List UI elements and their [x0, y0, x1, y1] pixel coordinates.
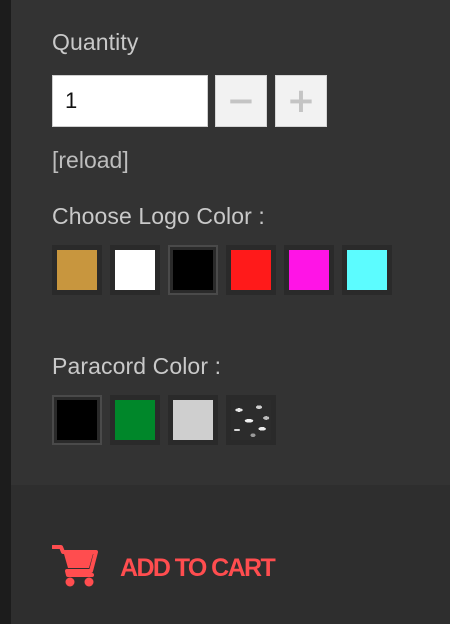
minus-icon: −: [226, 81, 256, 121]
logo-color-swatch-red[interactable]: [226, 245, 276, 295]
decrement-button[interactable]: −: [215, 75, 267, 127]
swatch-fill: [173, 400, 213, 440]
logo-color-swatch-black[interactable]: [168, 245, 218, 295]
swatch-fill: [231, 250, 271, 290]
swatch-fill: [173, 250, 213, 290]
quantity-label: Quantity: [52, 29, 139, 55]
add-to-cart-button[interactable]: ADD TO CART: [51, 544, 276, 593]
paracord-color-swatch-light-gray[interactable]: [168, 395, 218, 445]
paracord-color-swatch-green[interactable]: [110, 395, 160, 445]
logo-color-label: Choose Logo Color :: [52, 203, 265, 229]
left-edge-strip: [0, 0, 11, 624]
increment-button[interactable]: +: [275, 75, 327, 127]
reload-link[interactable]: [reload]: [52, 146, 129, 174]
swatch-fill: [115, 250, 155, 290]
swatch-fill: [289, 250, 329, 290]
swatch-fill: [57, 250, 97, 290]
logo-color-swatch-gold[interactable]: [52, 245, 102, 295]
add-to-cart-label: ADD TO CART: [120, 554, 276, 582]
paracord-color-swatch-black[interactable]: [52, 395, 102, 445]
shopping-cart-icon: [51, 544, 98, 593]
logo-color-swatch-magenta[interactable]: [284, 245, 334, 295]
swatch-fill: [57, 400, 97, 440]
logo-color-swatch-white[interactable]: [110, 245, 160, 295]
product-options-panel: Quantity − + [reload] Choose Logo Color …: [0, 0, 450, 624]
quantity-input[interactable]: [52, 75, 208, 127]
paracord-color-swatch-camo[interactable]: [226, 395, 276, 445]
swatch-fill: [115, 400, 155, 440]
paracord-color-label: Paracord Color :: [52, 353, 222, 379]
logo-color-swatch-cyan[interactable]: [342, 245, 392, 295]
swatch-fill: [347, 250, 387, 290]
plus-icon: +: [286, 81, 316, 121]
swatch-fill: [231, 400, 271, 440]
